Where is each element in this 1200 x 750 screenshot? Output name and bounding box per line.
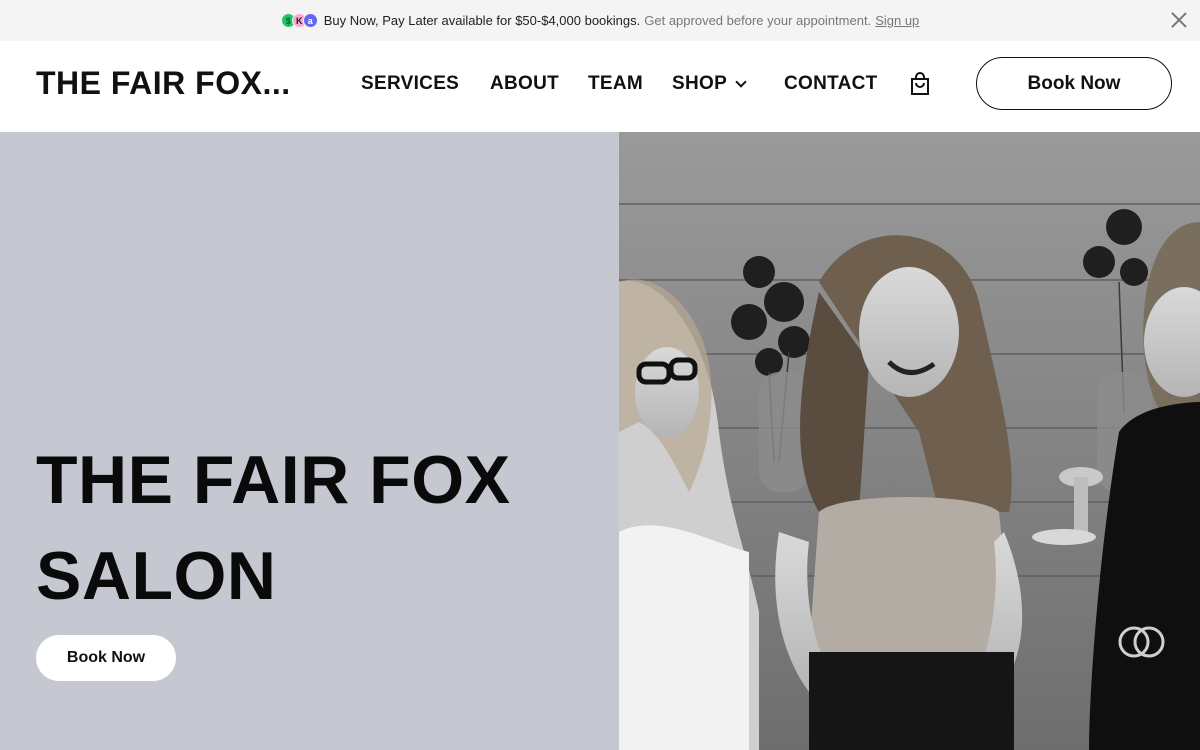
hero-book-now-button[interactable]: Book Now [36, 635, 176, 681]
hero-title-line1: THE FAIR FOX [36, 442, 511, 518]
chevron-down-icon [735, 75, 747, 88]
nav-team[interactable]: TEAM [588, 71, 643, 97]
nav-shop-label: SHOP [672, 73, 728, 94]
nav-shop[interactable]: SHOP [672, 71, 747, 97]
promo-subtext: Get approved before your appointment. [644, 13, 872, 28]
hero-title: THE FAIR FOX SALON [36, 432, 510, 624]
close-icon[interactable] [1168, 9, 1190, 31]
promo-signup-link[interactable]: Sign up [875, 13, 919, 28]
photo-illustration [619, 132, 1200, 750]
nav-about[interactable]: ABOUT [490, 71, 559, 97]
site-header: THE FAIR FOX... SERVICES ABOUT TEAM SHOP… [0, 41, 1200, 132]
promo-text: Buy Now, Pay Later available for $50-$4,… [323, 13, 641, 28]
hero-text-panel: THE FAIR FOX SALON Book Now [0, 132, 619, 750]
salon-team-photo [619, 132, 1200, 750]
nav-contact[interactable]: CONTACT [784, 71, 878, 97]
affirm-logo-icon: a [302, 13, 318, 28]
hero-title-line2: SALON [36, 538, 277, 614]
shopping-bag-icon[interactable] [909, 72, 931, 96]
payment-logos: $ K a [280, 13, 318, 28]
promo-banner: $ K a Buy Now, Pay Later available for $… [0, 0, 1200, 41]
nav-services[interactable]: SERVICES [361, 71, 459, 97]
header-book-now-button[interactable]: Book Now [976, 57, 1172, 110]
hero-section: THE FAIR FOX SALON Book Now [0, 132, 1200, 750]
